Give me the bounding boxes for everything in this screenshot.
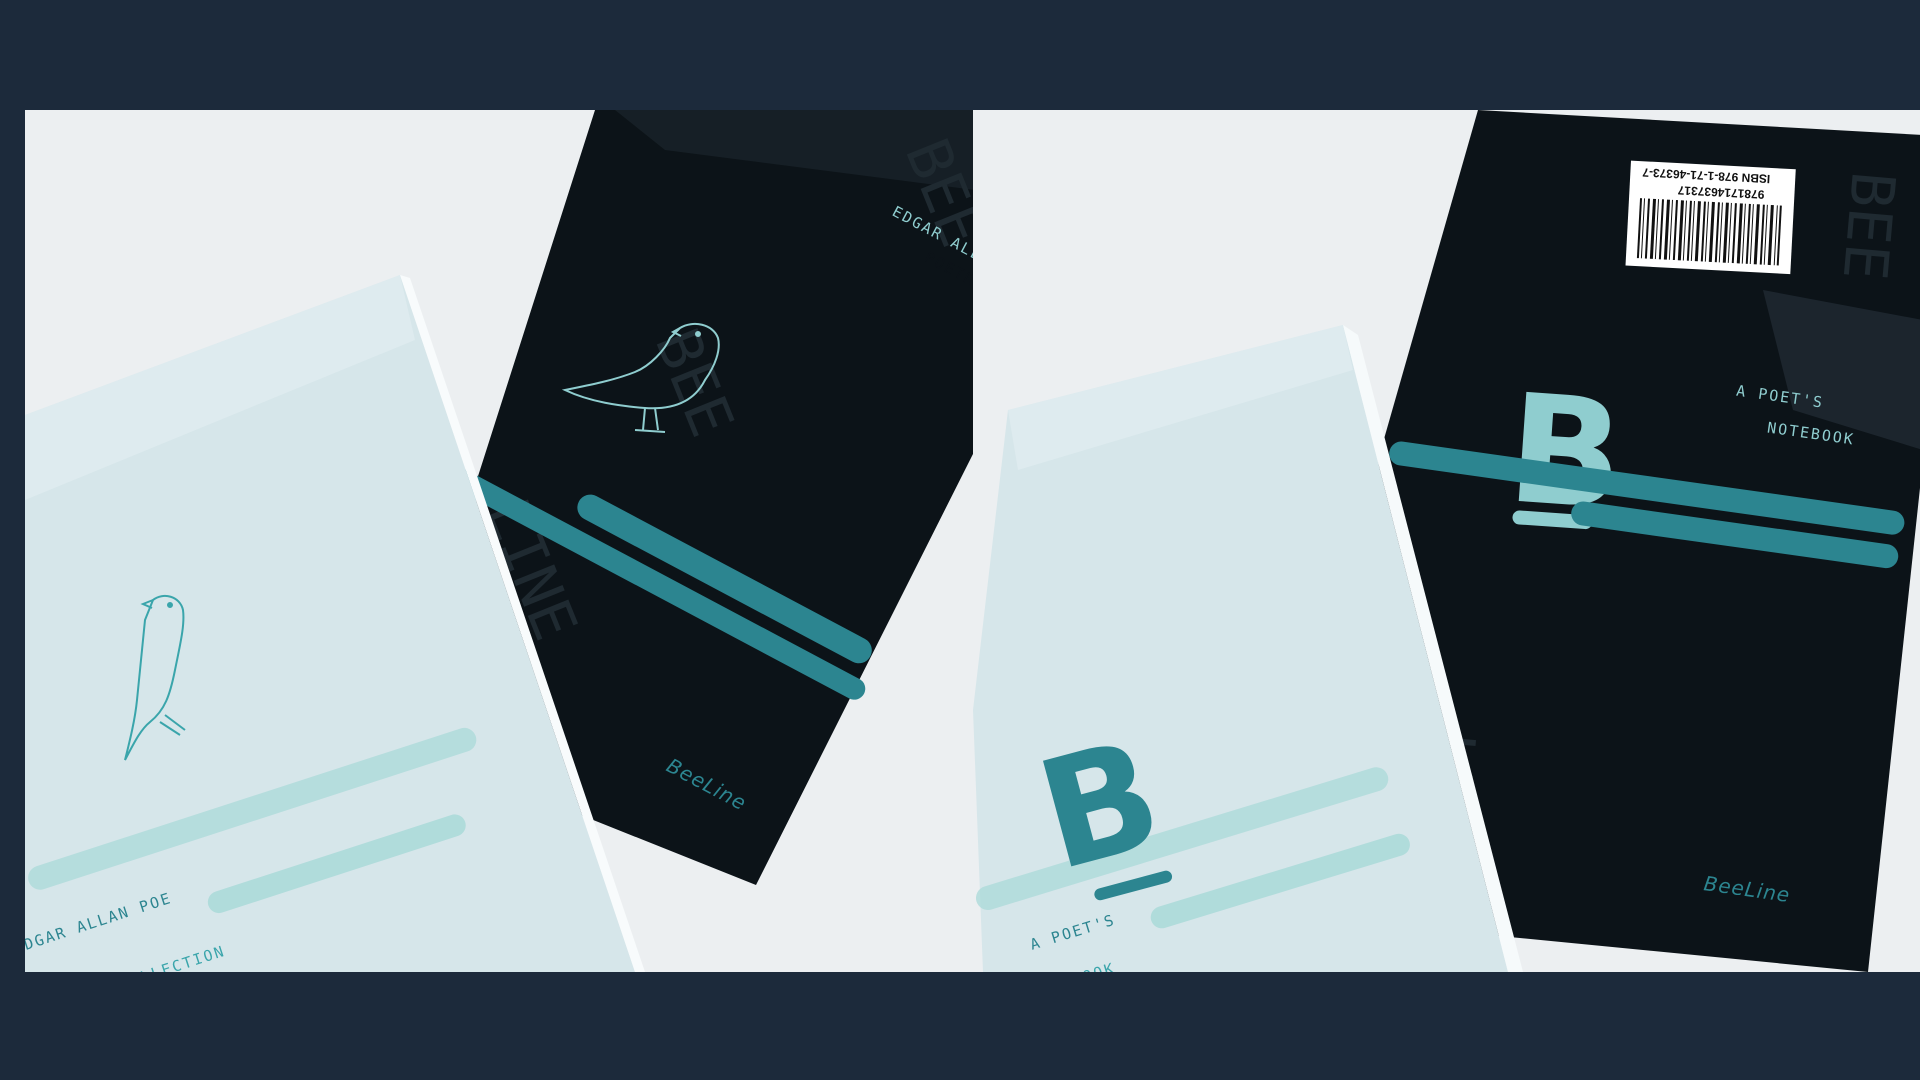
svg-text:BEE: BEE bbox=[1829, 169, 1908, 283]
barcode-sticker: 9781714637317 ISBN 978-1-71-46373-7 bbox=[1625, 160, 1796, 275]
left-photo: BEE BEE LINE EDGAR ALLAN POE POETRY COLL… bbox=[25, 110, 975, 972]
right-photo-scene: BEE LINE bbox=[973, 110, 1920, 972]
right-photo: BEE LINE bbox=[973, 110, 1920, 972]
left-photo-scene: BEE BEE LINE EDGAR ALLAN POE POETRY COLL… bbox=[25, 110, 975, 972]
